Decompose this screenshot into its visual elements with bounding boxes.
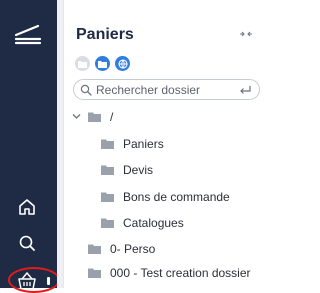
collapse-arrows-icon[interactable] — [240, 30, 252, 38]
tree-item[interactable]: Bons de commande — [101, 188, 230, 206]
highlight-circle — [8, 267, 60, 293]
folder-icon — [88, 268, 101, 278]
globe-blue-icon — [117, 58, 128, 69]
tree-item-label: Catalogues — [123, 216, 184, 230]
folder-icon — [88, 244, 101, 254]
folder-grey-button[interactable] — [75, 56, 90, 71]
folder-grey-icon — [78, 60, 87, 68]
search-magnifier-icon — [80, 84, 92, 96]
tree-root[interactable]: / — [88, 108, 113, 126]
folder-icon — [88, 112, 101, 122]
globe-blue-button[interactable] — [115, 56, 130, 71]
tree-item[interactable]: Paniers — [101, 135, 164, 153]
search-icon[interactable] — [16, 232, 38, 254]
tree-item[interactable]: 0- Perso — [88, 240, 155, 258]
folder-icon — [101, 192, 114, 202]
tree-item-label: Bons de commande — [123, 190, 230, 204]
tree-item[interactable]: Devis — [101, 161, 153, 179]
folder-panel: Paniers Rechercher dossier / Paniers Dev… — [63, 0, 260, 288]
tree-root-label: / — [110, 110, 114, 124]
app-logo-icon[interactable] — [13, 22, 43, 46]
tree-item-label: 0- Perso — [110, 242, 156, 256]
folder-blue-button[interactable] — [95, 56, 110, 71]
tree-item[interactable]: Catalogues — [101, 214, 184, 232]
folder-icon — [101, 139, 114, 149]
tree-item-label: 000 - Test creation dossier — [110, 266, 251, 280]
home-icon[interactable] — [16, 196, 38, 218]
folder-blue-icon — [98, 60, 107, 68]
folder-search — [73, 79, 260, 100]
left-sidebar — [0, 0, 57, 290]
tree-item[interactable]: 000 - Test creation dossier — [88, 264, 251, 282]
enter-key-icon[interactable] — [239, 85, 251, 95]
chevron-down-icon[interactable] — [72, 113, 81, 120]
panel-title: Paniers — [76, 26, 134, 43]
folder-icon — [101, 218, 114, 228]
folder-icon — [101, 165, 114, 175]
tree-item-label: Devis — [123, 163, 154, 177]
view-toggle-group — [75, 56, 130, 71]
search-input[interactable] — [96, 82, 226, 98]
tree-item-label: Paniers — [123, 137, 164, 151]
